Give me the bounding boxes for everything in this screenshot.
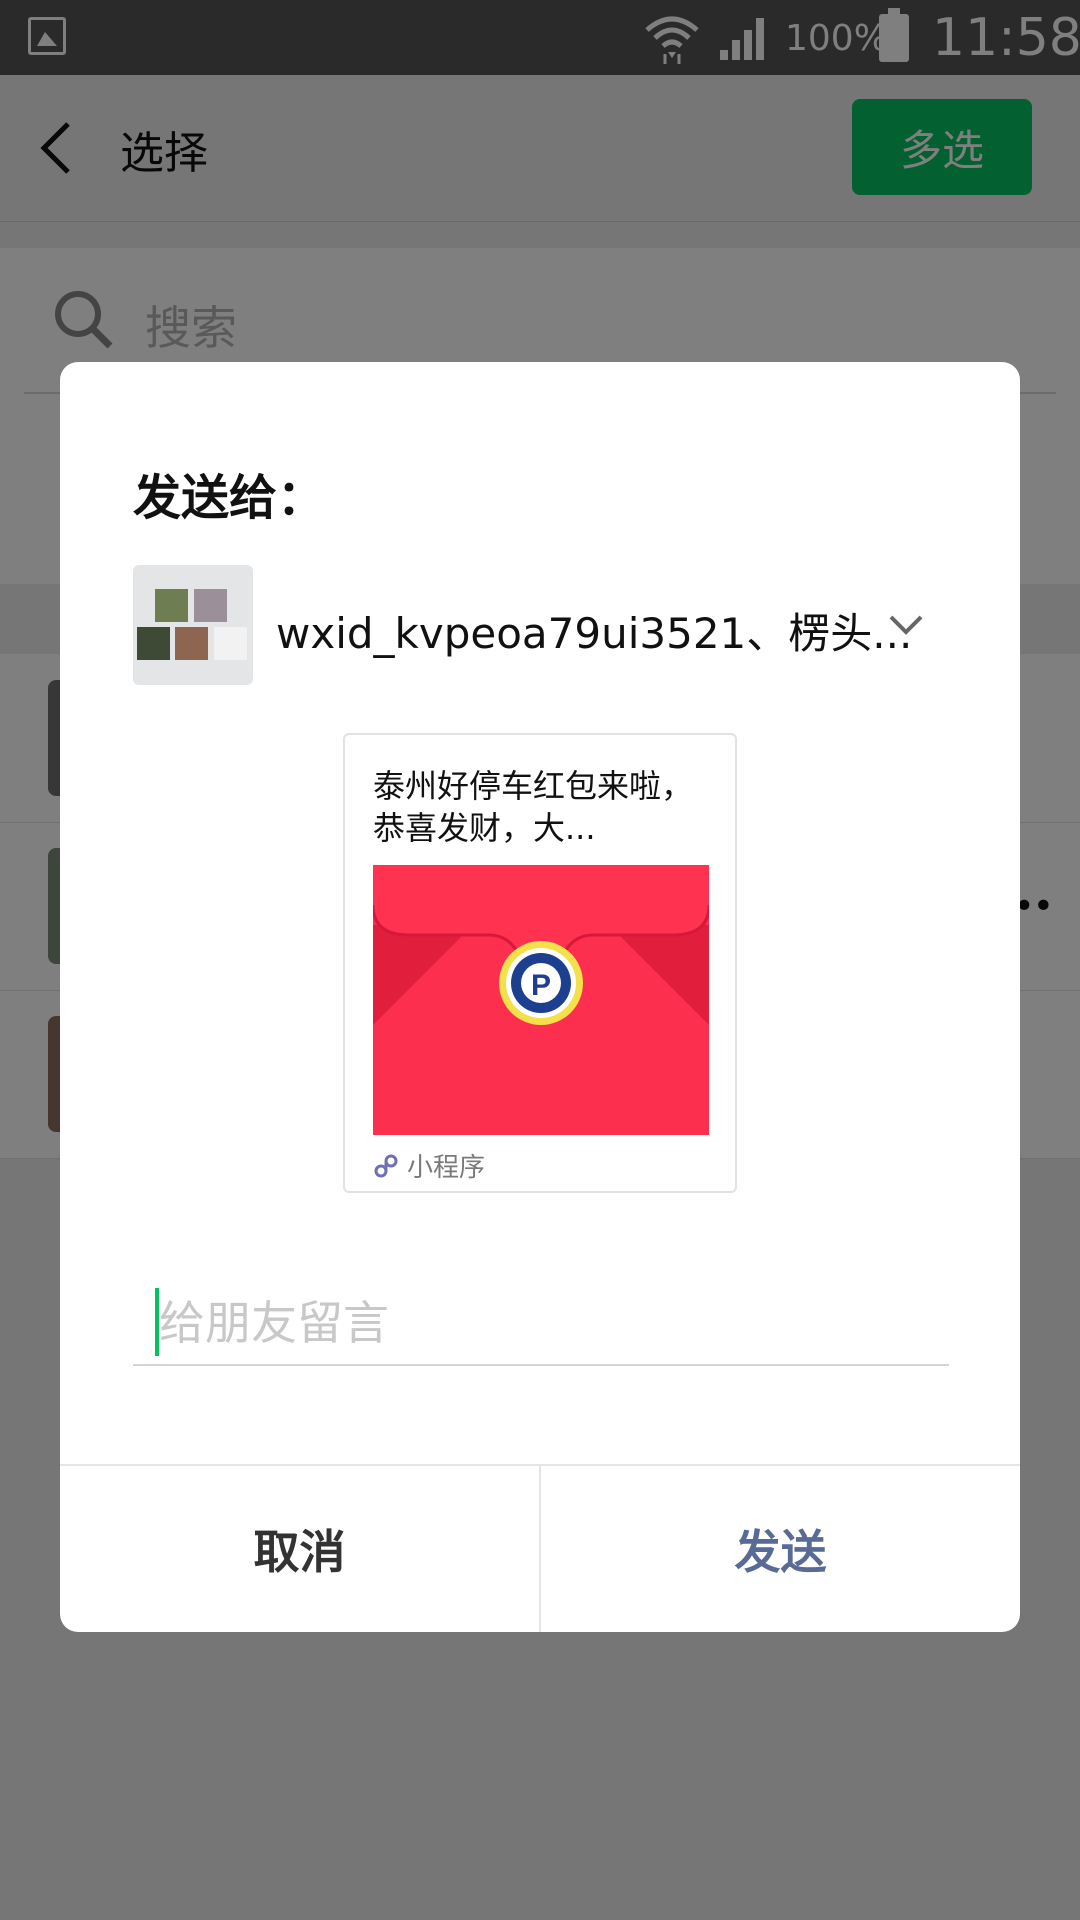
avatar-tile <box>155 589 188 622</box>
avatar-tile <box>137 627 170 660</box>
send-dialog: 发送给： wxid_kvpeoa79ui3521、楞头... 泰州好停车红包来啦… <box>60 362 1020 1632</box>
svg-text:P: P <box>531 969 551 1002</box>
dialog-title: 发送给： <box>133 470 326 526</box>
mini-program-icon <box>374 1154 398 1177</box>
text-cursor <box>155 1288 159 1356</box>
avatar-tile <box>194 589 227 622</box>
avatar-tile <box>175 627 208 660</box>
mini-program-label: 小程序 <box>407 1153 486 1183</box>
mini-program-card[interactable]: 泰州好停车红包来啦，恭喜发财，大... P 小程序 <box>343 733 737 1193</box>
card-footer: 小程序 <box>373 1147 485 1184</box>
card-title: 泰州好停车红包来啦，恭喜发财，大... <box>373 767 694 847</box>
chevron-down-icon[interactable] <box>888 614 924 636</box>
red-packet-image: P <box>373 865 709 1135</box>
message-input[interactable] <box>133 1282 949 1366</box>
group-avatar <box>133 565 253 685</box>
red-packet-icon: P <box>373 865 709 1135</box>
avatar-tile <box>214 627 247 660</box>
send-button[interactable]: 发送 <box>541 1466 1020 1632</box>
cancel-button[interactable]: 取消 <box>60 1466 539 1632</box>
recipient-name: wxid_kvpeoa79ui3521、楞头... <box>276 609 913 658</box>
